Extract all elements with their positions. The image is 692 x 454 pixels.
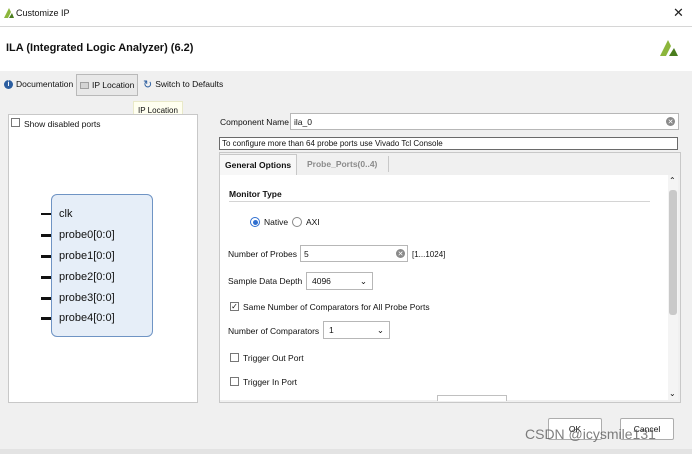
ip-location-button[interactable]: IP Location — [76, 74, 139, 96]
general-options-content — [220, 175, 668, 400]
port-label: probe3[0:0] — [59, 292, 115, 304]
documentation-button[interactable]: i Documentation — [1, 74, 76, 94]
component-name-input[interactable]: ila_0 — [290, 113, 679, 130]
show-disabled-ports-label: Show disabled ports — [24, 119, 101, 129]
trigger-out-label: Trigger Out Port — [243, 353, 304, 363]
status-bar — [0, 449, 692, 454]
number-of-probes-range: [1...1024] — [412, 250, 446, 259]
monitor-type-heading: Monitor Type — [229, 189, 282, 199]
clear-icon[interactable]: ✕ — [396, 249, 405, 258]
port-probe1: probe1[0:0] — [41, 247, 115, 265]
chevron-down-icon: ⌄ — [376, 324, 384, 335]
tcl-console-info: To configure more than 64 probe ports us… — [219, 137, 678, 150]
switch-defaults-label: Switch to Defaults — [155, 79, 224, 89]
chevron-down-icon: ⌄ — [359, 275, 367, 286]
tab-general-options[interactable]: General Options — [219, 154, 298, 175]
number-of-probes-label: Number of Probes — [228, 249, 297, 259]
component-name-label: Component Name — [220, 117, 289, 127]
info-icon: i — [4, 79, 13, 89]
native-label: Native — [264, 217, 289, 227]
switch-to-defaults-button[interactable]: ↻ Switch to Defaults — [140, 74, 226, 94]
trigger-out-checkbox[interactable] — [230, 353, 239, 362]
show-disabled-ports-checkbox[interactable] — [11, 118, 20, 127]
port-probe2: probe2[0:0] — [41, 268, 115, 286]
ip-location-label: IP Location — [92, 80, 135, 90]
number-of-comparators-label: Number of Comparators — [228, 326, 320, 336]
window-titlebar — [0, 0, 692, 27]
component-name-value: ila_0 — [294, 116, 312, 127]
same-comparators-checkbox[interactable]: ✓ — [230, 302, 239, 311]
refresh-icon: ↻ — [143, 78, 153, 91]
window-title: Customize IP — [16, 8, 70, 18]
port-probe3: probe3[0:0] — [41, 289, 115, 307]
sample-data-depth-value: 4096 — [312, 276, 331, 286]
tab-probe-ports[interactable]: Probe_Ports(0..4) — [302, 154, 382, 174]
number-of-comparators-select[interactable]: 1 ⌄ — [323, 321, 390, 339]
ip-title: ILA (Integrated Logic Analyzer) (6.2) — [6, 42, 194, 54]
port-label: probe4[0:0] — [59, 312, 115, 324]
scrollbar-thumb[interactable] — [669, 190, 677, 315]
number-of-comparators-value: 1 — [329, 325, 334, 335]
tab-divider — [388, 156, 389, 172]
scroll-up-icon[interactable]: ⌃ — [669, 176, 676, 185]
monitor-type-divider — [229, 201, 650, 202]
number-of-probes-value: 5 — [304, 248, 309, 259]
vivado-logo-icon — [4, 8, 14, 20]
close-icon[interactable]: ✕ — [673, 5, 684, 21]
number-of-probes-input[interactable]: 5 — [300, 245, 408, 262]
partial-field — [437, 395, 507, 401]
sample-data-depth-label: Sample Data Depth — [228, 276, 303, 286]
port-probe4: probe4[0:0] — [41, 309, 115, 327]
port-label: probe1[0:0] — [59, 250, 115, 262]
folder-icon — [80, 81, 89, 89]
clear-icon[interactable]: ✕ — [666, 117, 675, 126]
port-label: probe0[0:0] — [59, 229, 115, 241]
port-label: clk — [59, 208, 73, 220]
documentation-label: Documentation — [16, 79, 74, 89]
port-label: probe2[0:0] — [59, 271, 115, 283]
port-clk: clk — [41, 205, 72, 223]
trigger-in-checkbox[interactable] — [230, 377, 239, 386]
axi-radio[interactable] — [292, 217, 302, 227]
native-radio[interactable] — [250, 217, 260, 227]
watermark: CSDN @icysmile131 — [525, 426, 656, 442]
port-probe0: probe0[0:0] — [41, 226, 115, 244]
sample-data-depth-select[interactable]: 4096 ⌄ — [306, 272, 373, 290]
axi-label: AXI — [306, 217, 320, 227]
scroll-down-icon[interactable]: ⌄ — [669, 389, 676, 398]
vivado-brand-icon — [658, 38, 680, 60]
trigger-in-label: Trigger In Port — [243, 377, 298, 387]
same-comparators-label: Same Number of Comparators for All Probe… — [243, 302, 430, 312]
